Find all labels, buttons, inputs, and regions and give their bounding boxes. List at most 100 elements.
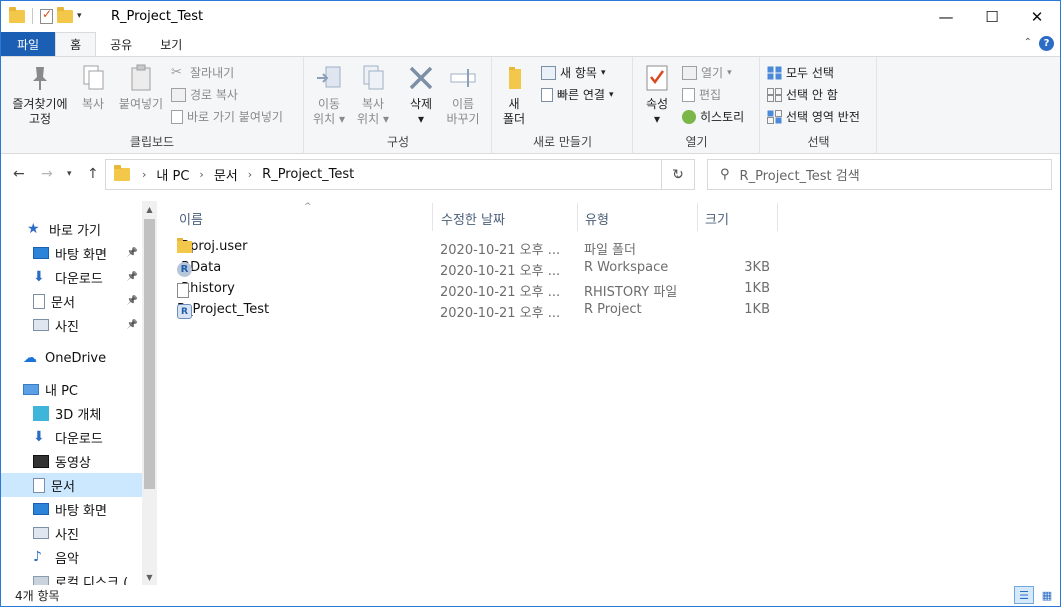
new-folder-button[interactable]: 새 폴더 [499, 63, 529, 127]
copy-to-button[interactable]: 복사 위치 ▾ [355, 63, 391, 127]
tab-view[interactable]: 보기 [146, 32, 196, 56]
window-title: R_Project_Test [111, 9, 204, 24]
sidebar-item[interactable]: 문서 [1, 473, 142, 497]
column-header-date[interactable]: 수정한 날짜 [441, 205, 505, 231]
properties-icon[interactable] [40, 7, 53, 24]
file-type: R Project [584, 302, 642, 317]
sidebar-item[interactable]: ⬇ 다운로드 📌 [1, 265, 142, 289]
sidebar-item[interactable]: 바탕 화면 📌 [1, 241, 142, 265]
recent-locations-icon[interactable]: ▾ [67, 169, 72, 179]
properties-button[interactable]: 속성 ▾ [640, 63, 674, 127]
chevron-right-icon[interactable]: › [248, 168, 252, 181]
back-arrow-icon[interactable]: ← [13, 166, 25, 182]
breadcrumb-this-pc[interactable]: 내 PC [156, 165, 189, 184]
scroll-down-icon[interactable]: ▼ [142, 569, 157, 585]
breadcrumb-project[interactable]: R_Project_Test [262, 167, 354, 182]
open-button[interactable]: 열기 ▾ [682, 64, 732, 81]
cut-button[interactable]: ✂ 잘라내기 [171, 64, 234, 81]
column-header-type[interactable]: 유형 [585, 205, 609, 231]
chevron-right-icon[interactable]: › [199, 168, 203, 181]
sidebar-item[interactable]: ⬇ 다운로드 [1, 425, 142, 449]
help-icon[interactable]: ? [1039, 36, 1054, 51]
address-bar[interactable]: › 내 PC › 문서 › R_Project_Test ⌄ [105, 159, 695, 190]
copy-button[interactable]: 복사 [75, 63, 111, 112]
cut-label: 잘라내기 [190, 66, 235, 80]
sidebar-item[interactable]: ♪ 음악 [1, 545, 142, 569]
paste-button[interactable]: 붙여넣기 [115, 63, 167, 112]
column-divider[interactable] [777, 203, 778, 231]
easy-access-label: 빠른 연결 [557, 88, 605, 102]
sidebar-item[interactable]: 내 PC [1, 377, 142, 401]
scroll-up-icon[interactable]: ▲ [142, 201, 157, 217]
forward-arrow-icon[interactable]: → [41, 166, 53, 182]
breadcrumb-documents[interactable]: 문서 [214, 165, 238, 184]
copy-path-button[interactable]: 경로 복사 [171, 86, 238, 103]
sidebar-item[interactable]: 사진 [1, 521, 142, 545]
video-icon [33, 454, 49, 468]
copy-to-label-2: 위치 ▾ [357, 112, 389, 126]
file-row[interactable]: .Rproj.user 2020-10-21 오후 ... 파일 폴더 [177, 237, 777, 258]
chevron-down-icon: ▾ [600, 67, 606, 78]
close-button[interactable]: ✕ [1014, 1, 1060, 32]
tab-share[interactable]: 공유 [96, 32, 146, 56]
column-header-name[interactable]: 이름 ^ [179, 202, 312, 231]
new-folder-icon[interactable] [57, 6, 73, 23]
column-header-size[interactable]: 크기 [705, 205, 729, 231]
pin-icon: 📌 [126, 320, 138, 330]
column-divider[interactable] [432, 203, 433, 231]
file-list: 이름 ^ 수정한 날짜 유형 크기 .Rproj.user 2020-10-21 … [173, 201, 1053, 585]
history-button[interactable]: 히스토리 [682, 108, 744, 125]
scroll-thumb[interactable] [144, 219, 155, 489]
sidebar-item[interactable]: 로컬 디스크 ( [1, 569, 142, 585]
picture-icon [33, 527, 49, 539]
select-group: 모두 선택 선택 안 함 선택 영역 반전 선택 [761, 57, 877, 154]
minimize-button[interactable]: — [923, 1, 969, 32]
easy-access-button[interactable]: 빠른 연결 ▾ [541, 86, 614, 103]
properties-dropdown-icon[interactable]: ▾ [654, 112, 660, 127]
sidebar-item[interactable]: ★ 바로 가기 [1, 217, 142, 241]
file-row[interactable]: R .RData 2020-10-21 오후 ... R Workspace 3KB [177, 258, 777, 279]
tab-file[interactable]: 파일 [1, 32, 56, 56]
column-divider[interactable] [577, 203, 578, 231]
column-divider[interactable] [697, 203, 698, 231]
chevron-right-icon[interactable]: › [142, 168, 146, 181]
tab-home[interactable]: 홈 [55, 32, 97, 56]
sidebar-item[interactable]: ☁ OneDrive [1, 346, 142, 370]
item-count: 4개 항목 [15, 589, 60, 603]
pin-quick-access-button[interactable]: 즐겨찾기에 고정 [7, 63, 73, 127]
ribbon-tabs: 파일 홈 공유 보기 [1, 32, 1060, 56]
open-label: 열기 [701, 66, 724, 80]
select-none-button[interactable]: 선택 안 함 [767, 86, 838, 103]
chevron-up-icon[interactable]: ⌃ [1024, 37, 1032, 48]
sidebar-item-label: 다운로드 [55, 271, 103, 287]
select-all-button[interactable]: 모두 선택 [767, 64, 834, 81]
file-row[interactable]: R R_Project_Test 2020-10-21 오후 ... R Projec… [177, 300, 777, 321]
refresh-button[interactable]: ↻ [661, 159, 695, 190]
sidebar-item[interactable]: 사진 📌 [1, 313, 142, 337]
move-to-button[interactable]: 이동 위치 ▾ [311, 63, 347, 127]
delete-dropdown-icon[interactable]: ▾ [418, 112, 424, 127]
delete-button[interactable]: 삭제 ▾ [403, 63, 439, 127]
file-type: 파일 폴더 [584, 243, 636, 258]
sidebar-scrollbar[interactable]: ▲ ▼ [142, 201, 157, 585]
customize-toolbar-icon[interactable]: ▾ [77, 11, 82, 21]
rename-button[interactable]: 이름 바꾸기 [443, 63, 483, 127]
search-input[interactable]: ⚲ R_Project_Test 검색 [707, 159, 1052, 190]
sidebar-item[interactable]: 3D 개체 [1, 401, 142, 425]
file-name-cell: .Rhistory [177, 281, 235, 298]
sidebar-item[interactable]: 동영상 [1, 449, 142, 473]
large-icons-view-icon[interactable]: ▦ [1037, 586, 1057, 604]
new-item-button[interactable]: 새 항목 ▾ [541, 64, 605, 81]
invert-selection-button[interactable]: 선택 영역 반전 [767, 108, 860, 125]
paste-shortcut-button[interactable]: 바로 가기 붙여넣기 [171, 108, 283, 125]
move-to-label-2: 위치 ▾ [313, 112, 345, 126]
up-arrow-icon[interactable]: ↑ [87, 166, 99, 182]
sidebar-item[interactable]: 바탕 화면 [1, 497, 142, 521]
maximize-button[interactable]: ☐ [969, 1, 1015, 32]
file-size: 3KB [744, 260, 770, 275]
details-view-icon[interactable]: ☰ [1014, 586, 1034, 604]
copy-path-label: 경로 복사 [190, 88, 238, 102]
sidebar-item[interactable]: 문서 📌 [1, 289, 142, 313]
edit-button[interactable]: 편집 [682, 86, 721, 103]
file-row[interactable]: .Rhistory 2020-10-21 오후 ... RHISTORY 파일 1KB [177, 279, 777, 300]
